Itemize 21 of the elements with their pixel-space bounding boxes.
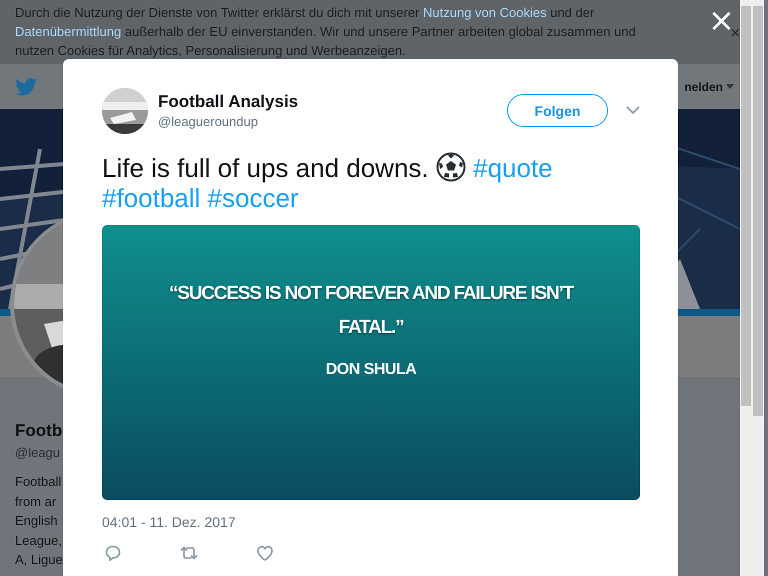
author-name[interactable]: Football Analysis: [158, 91, 298, 113]
profile-name: Footb: [15, 420, 62, 442]
caret-icon[interactable]: [726, 84, 734, 89]
heart-icon[interactable]: [256, 544, 274, 562]
cookie-link[interactable]: Datenübermittlung: [15, 24, 122, 39]
bio-text: English: [15, 512, 58, 530]
scrollbar[interactable]: [752, 0, 764, 576]
bio-text: Football: [15, 473, 62, 491]
bio-text: from ar: [15, 492, 56, 510]
profile-handle: @leagu: [15, 445, 60, 461]
login-link[interactable]: nelden: [684, 80, 723, 94]
timestamp[interactable]: 04:01 - 11. Dez. 2017: [102, 514, 640, 530]
bio-text: A, Ligue: [15, 551, 63, 569]
cookie-notice: Durch die Nutzung der Dienste von Twitter erklärst du dich mit unserer Nutzung von Cookies und der Datenübermittlung außerhalb der EU einverstanden. Wir und unsere Partner arbeiten global zusammen und nutzen Cookies für Analytics, Personalisierung und Werbeanzeigen.: [15, 4, 637, 60]
cookie-link[interactable]: Nutzung von Cookies: [423, 5, 547, 20]
bio-text: League,: [15, 532, 62, 550]
retweet-icon[interactable]: [180, 544, 198, 562]
reply-icon[interactable]: [104, 544, 122, 562]
close-button[interactable]: ×: [730, 26, 740, 42]
quote-author: DON SHULA: [326, 361, 416, 379]
scrollbar[interactable]: [740, 0, 752, 576]
